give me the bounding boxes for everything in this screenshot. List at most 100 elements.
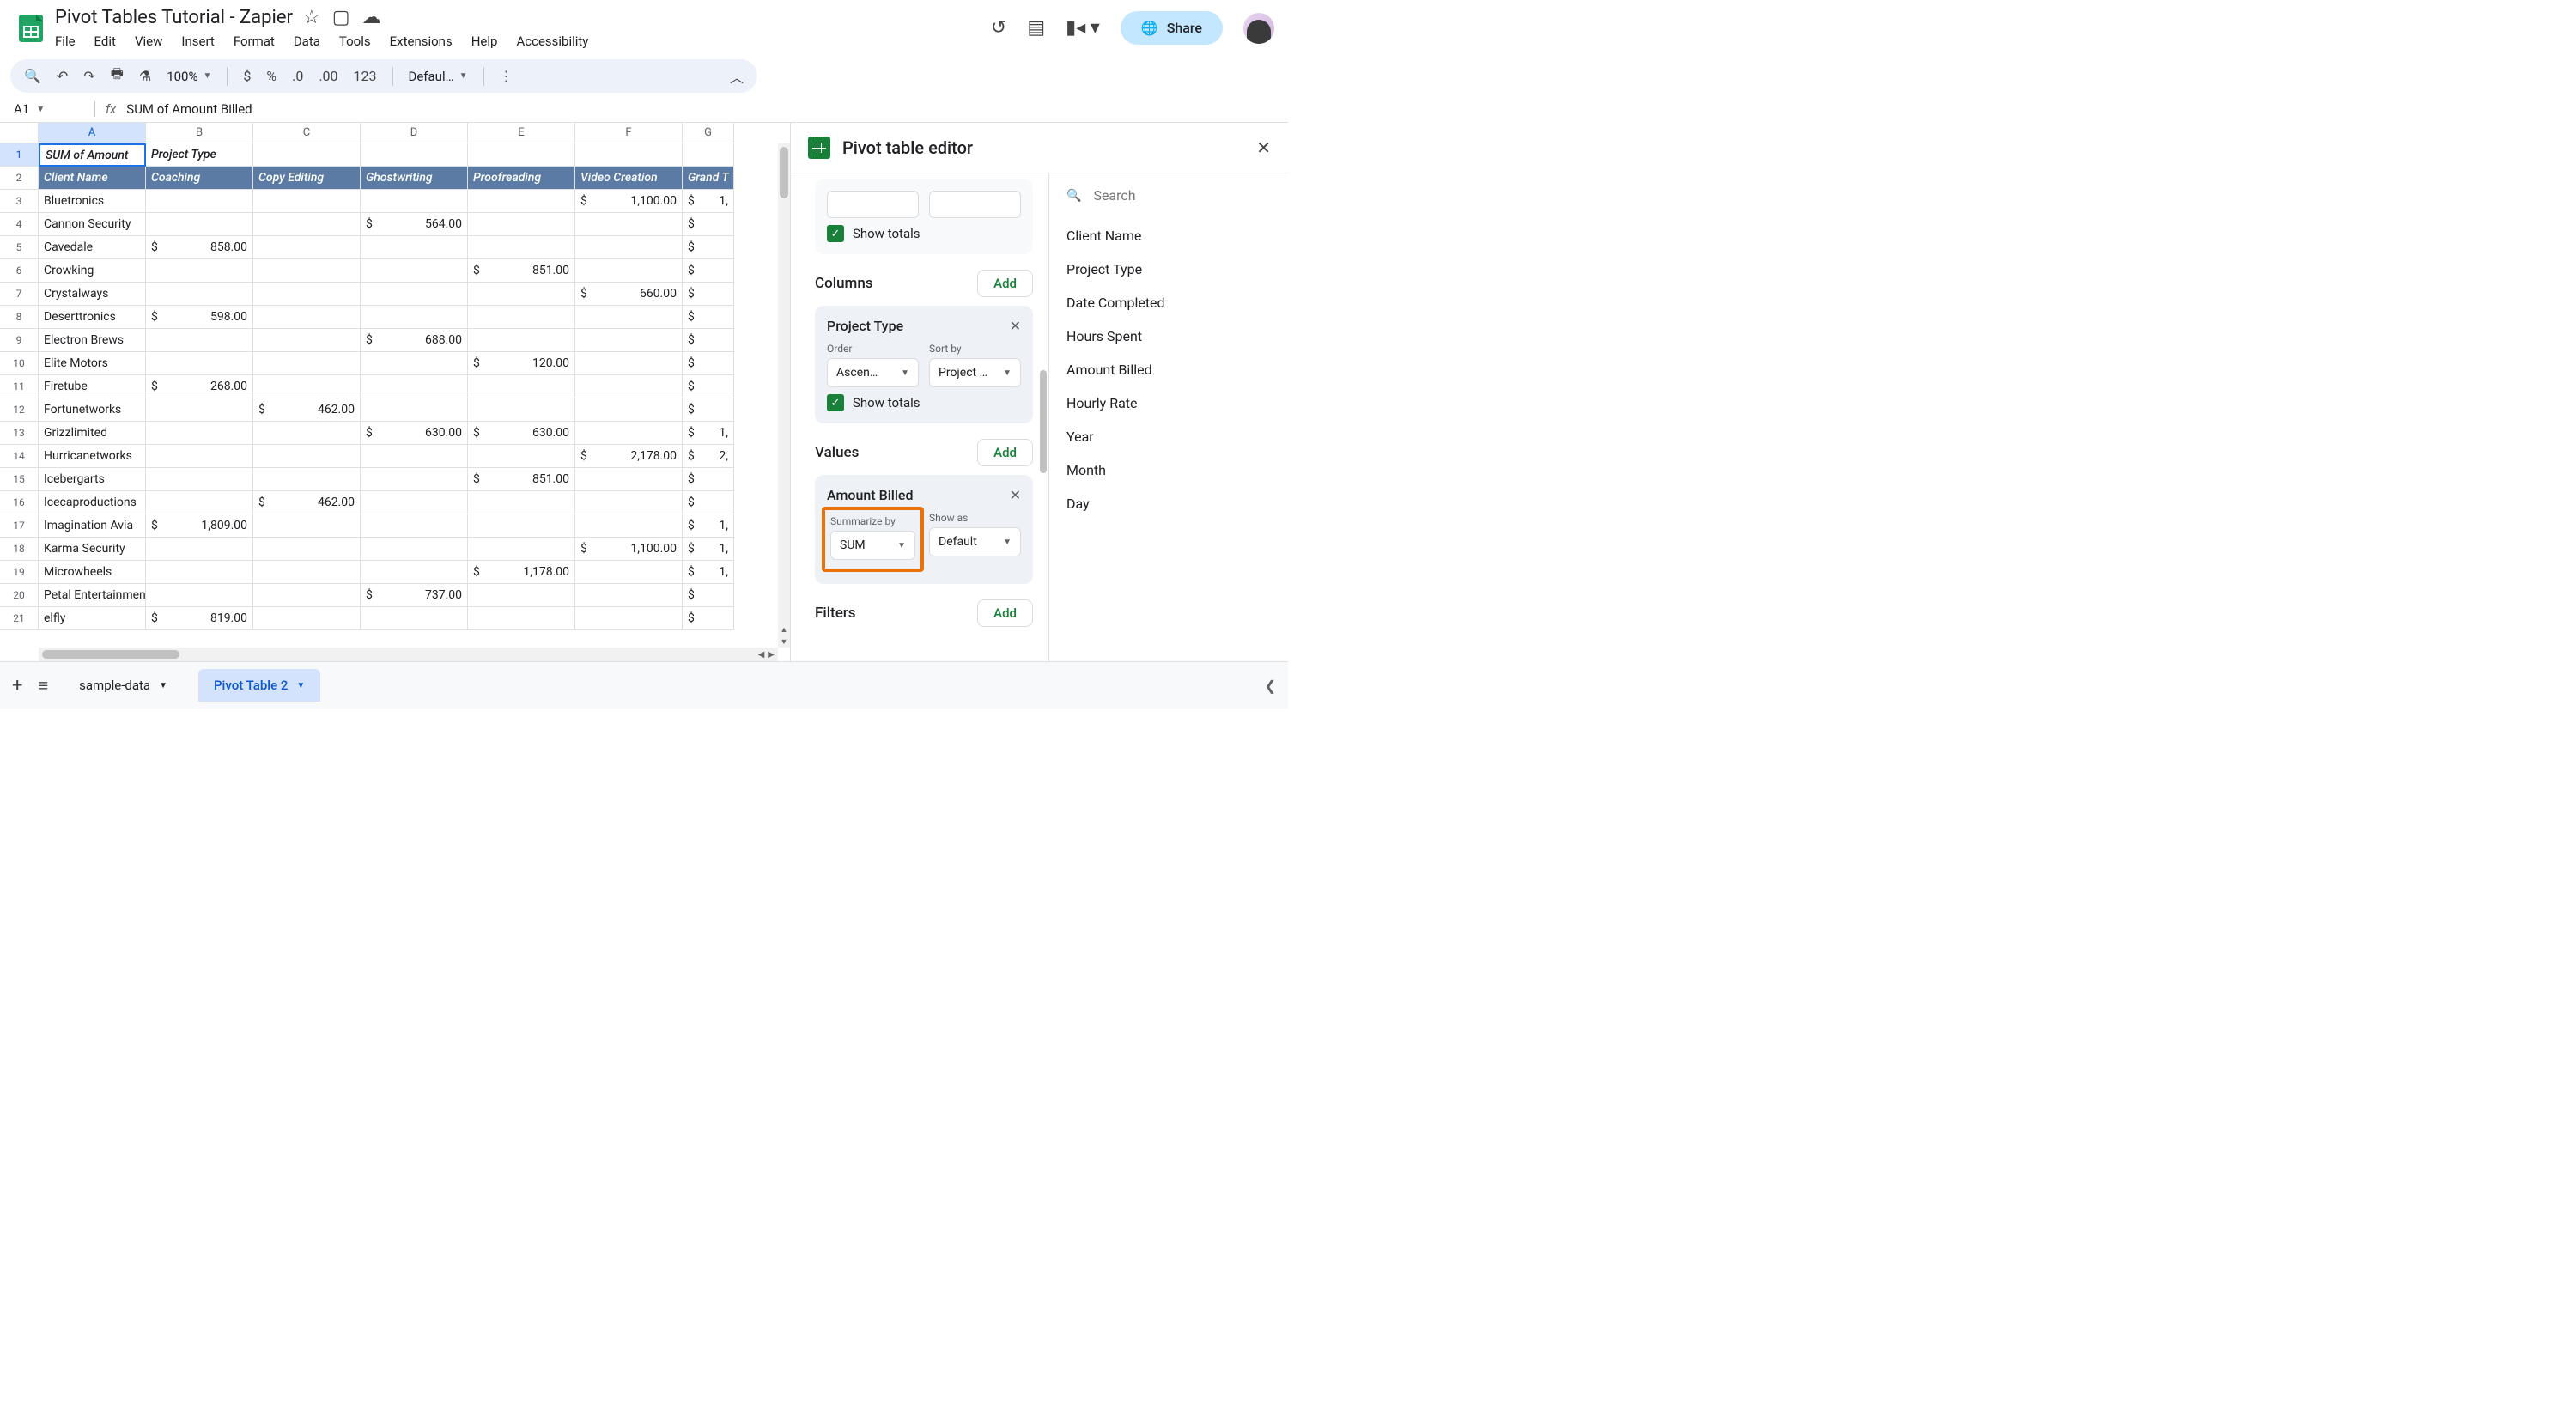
cell[interactable] — [361, 143, 468, 167]
cell[interactable] — [575, 607, 683, 630]
cell[interactable]: Petal Entertainment — [39, 584, 146, 607]
search-icon[interactable]: 🔍 — [24, 68, 41, 84]
cell[interactable] — [146, 538, 253, 561]
cell[interactable]: $858.00 — [146, 236, 253, 259]
cell[interactable]: Icecaproductions — [39, 491, 146, 514]
cell[interactable] — [575, 352, 683, 375]
field-item[interactable]: Project Type — [1066, 252, 1271, 286]
spreadsheet-grid[interactable]: A B C D E F G 1 SUM of Amount Project Ty… — [0, 123, 790, 661]
cell[interactable]: $688.00 — [361, 329, 468, 352]
row-header[interactable]: 18 — [0, 538, 39, 561]
move-icon[interactable]: ▢ — [332, 7, 350, 28]
field-item[interactable]: Amount Billed — [1066, 353, 1271, 386]
row-header[interactable]: 13 — [0, 422, 39, 445]
cell[interactable]: Grand T — [683, 167, 734, 190]
cell[interactable] — [253, 422, 361, 445]
cell[interactable] — [575, 375, 683, 398]
cell[interactable] — [361, 283, 468, 306]
cell[interactable]: Crystalways — [39, 283, 146, 306]
cell[interactable]: Deserttronics — [39, 306, 146, 329]
cell[interactable] — [253, 375, 361, 398]
menu-data[interactable]: Data — [294, 33, 320, 49]
cell[interactable]: $ — [683, 398, 734, 422]
cell[interactable] — [253, 236, 361, 259]
cell[interactable] — [146, 445, 253, 468]
cell[interactable] — [575, 422, 683, 445]
menu-format[interactable]: Format — [234, 33, 275, 49]
collapse-toolbar-icon[interactable]: ︿ — [730, 66, 744, 87]
cell[interactable]: $1, — [683, 190, 734, 213]
add-sheet-icon[interactable]: + — [12, 675, 22, 696]
cloud-icon[interactable]: ☁ — [362, 7, 381, 28]
cell[interactable] — [146, 352, 253, 375]
cell[interactable]: Client Name — [39, 167, 146, 190]
cell[interactable]: SUM of Amount — [39, 143, 146, 167]
comments-icon[interactable]: ▤ — [1027, 17, 1045, 39]
print-icon[interactable]: 🖶 — [111, 64, 124, 88]
history-icon[interactable]: ↺ — [991, 17, 1006, 39]
cell[interactable] — [253, 445, 361, 468]
cell[interactable]: $851.00 — [468, 468, 575, 491]
cell[interactable] — [575, 491, 683, 514]
cell[interactable] — [575, 584, 683, 607]
meet-icon[interactable]: ▮◂ ▾ — [1066, 17, 1100, 39]
cell[interactable] — [468, 143, 575, 167]
cell[interactable]: $ — [683, 375, 734, 398]
cell[interactable] — [253, 352, 361, 375]
sheets-logo[interactable] — [14, 11, 48, 46]
field-item[interactable]: Day — [1066, 487, 1271, 520]
cell[interactable]: Karma Security — [39, 538, 146, 561]
menu-tools[interactable]: Tools — [339, 33, 371, 49]
close-icon[interactable]: ✕ — [1256, 137, 1271, 158]
field-item[interactable]: Month — [1066, 453, 1271, 487]
number-format-dropdown[interactable]: 123 — [354, 68, 377, 84]
formula-input[interactable]: SUM of Amount Billed — [126, 101, 252, 117]
row-header[interactable]: 3 — [0, 190, 39, 213]
cell[interactable]: $1, — [683, 514, 734, 538]
cell[interactable] — [468, 491, 575, 514]
cell[interactable]: Hurricanetworks — [39, 445, 146, 468]
select-all-corner[interactable] — [0, 123, 39, 143]
summarize-dropdown[interactable]: SUM▼ — [830, 531, 915, 560]
cell[interactable] — [253, 607, 361, 630]
cell[interactable] — [146, 190, 253, 213]
cell[interactable] — [468, 445, 575, 468]
avatar[interactable] — [1243, 13, 1274, 44]
checkbox-icon[interactable]: ✓ — [827, 394, 844, 411]
field-item[interactable]: Year — [1066, 420, 1271, 453]
cell[interactable] — [253, 584, 361, 607]
cell[interactable]: $2,178.00 — [575, 445, 683, 468]
all-sheets-icon[interactable]: ≡ — [38, 675, 48, 696]
cell[interactable] — [361, 607, 468, 630]
col-header-A[interactable]: A — [39, 123, 146, 143]
undo-icon[interactable]: ↶ — [57, 68, 68, 84]
sort-dropdown[interactable]: Project …▼ — [929, 358, 1021, 387]
cell[interactable]: Microwheels — [39, 561, 146, 584]
row-header[interactable]: 15 — [0, 468, 39, 491]
add-values-button[interactable]: Add — [977, 439, 1033, 466]
cell[interactable]: Firetube — [39, 375, 146, 398]
col-header-E[interactable]: E — [468, 123, 575, 143]
font-dropdown[interactable]: Defaul…▼ — [409, 69, 468, 84]
cell[interactable] — [361, 514, 468, 538]
cell[interactable] — [575, 143, 683, 167]
cell[interactable] — [253, 561, 361, 584]
cell[interactable] — [468, 236, 575, 259]
name-box[interactable]: A1▼ — [7, 101, 84, 117]
cell[interactable] — [468, 190, 575, 213]
row-header[interactable]: 17 — [0, 514, 39, 538]
cell[interactable]: Cavedale — [39, 236, 146, 259]
field-item[interactable]: Hours Spent — [1066, 319, 1271, 353]
cell[interactable]: $462.00 — [253, 398, 361, 422]
row-header[interactable]: 1 — [0, 143, 39, 167]
cell[interactable] — [361, 538, 468, 561]
cell[interactable] — [468, 306, 575, 329]
cell[interactable] — [146, 283, 253, 306]
percent-icon[interactable]: % — [266, 68, 276, 84]
remove-icon[interactable]: ✕ — [1010, 318, 1021, 334]
cell[interactable] — [468, 213, 575, 236]
remove-icon[interactable]: ✕ — [1010, 487, 1021, 503]
cell[interactable]: $462.00 — [253, 491, 361, 514]
cell[interactable]: $1, — [683, 538, 734, 561]
cell[interactable]: $564.00 — [361, 213, 468, 236]
